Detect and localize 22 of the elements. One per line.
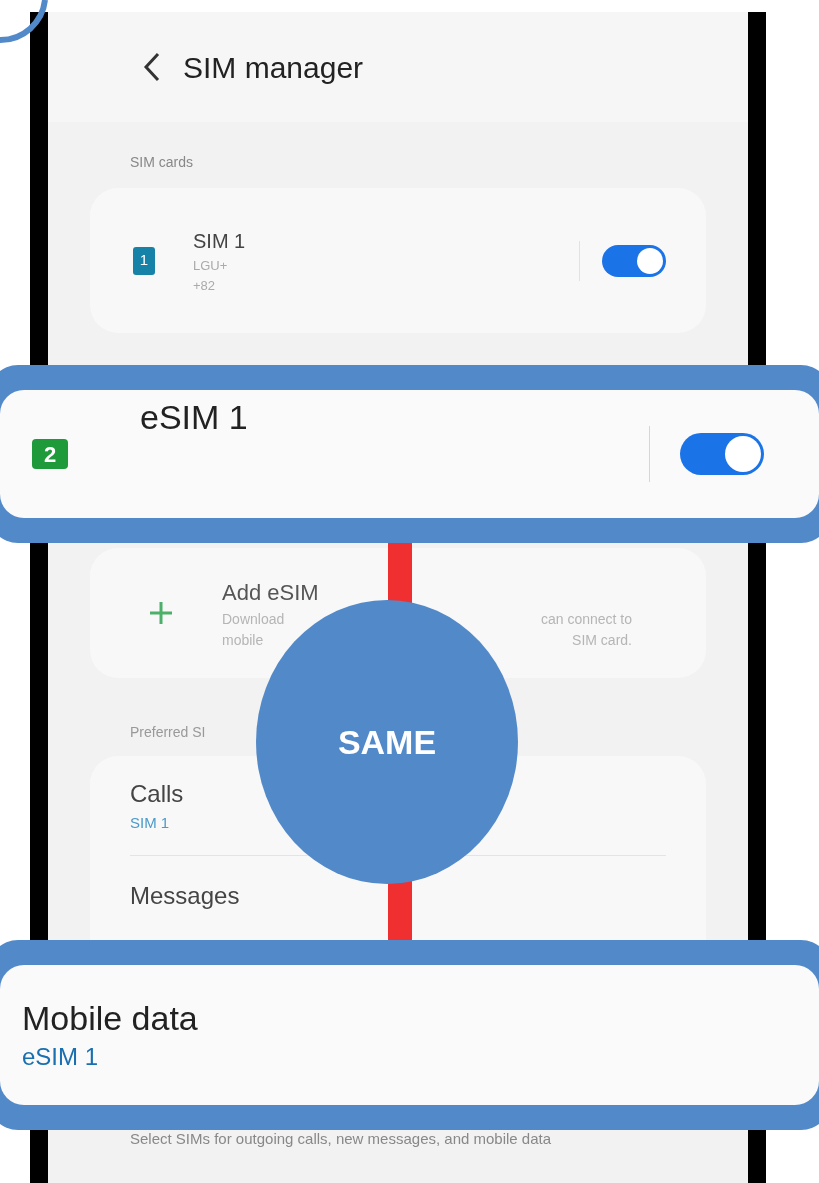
description-text: SIM card. bbox=[572, 630, 632, 650]
back-icon bbox=[143, 52, 161, 82]
plus-icon bbox=[148, 600, 174, 626]
sim-card-icon: 1 bbox=[133, 246, 155, 275]
setting-label[interactable]: Calls bbox=[130, 776, 184, 812]
description-text: can connect to bbox=[540, 609, 632, 629]
section-heading: Preferred SI bbox=[130, 724, 206, 740]
section-heading: SIM cards bbox=[130, 154, 193, 170]
sim-name: SIM 1 bbox=[193, 229, 246, 254]
sim-chip-icon: 2 bbox=[32, 439, 68, 469]
screen-title: SIM manager bbox=[183, 49, 364, 86]
setting-value: SIM 1 bbox=[130, 813, 170, 833]
sim-carrier: LGU+ bbox=[193, 257, 229, 275]
sim-number: +82 bbox=[193, 276, 217, 295]
footer-note: Select SIMs for outgoing calls, new messages, and mobile data bbox=[130, 1129, 553, 1149]
setting-label[interactable]: Messages bbox=[130, 877, 240, 914]
toggle-switch[interactable] bbox=[680, 433, 764, 475]
setting-label: Mobile data bbox=[22, 998, 199, 1039]
toggle-switch[interactable] bbox=[602, 244, 666, 277]
esim-name: eSIM 1 bbox=[140, 398, 248, 436]
setting-value: eSIM 1 bbox=[22, 1042, 100, 1072]
ring-decoration bbox=[0, 0, 50, 45]
